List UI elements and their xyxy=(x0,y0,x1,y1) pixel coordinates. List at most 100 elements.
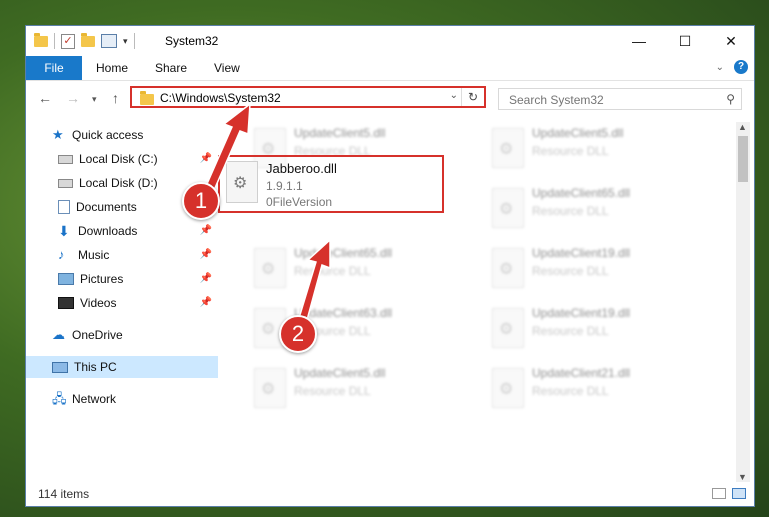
tab-view[interactable]: View xyxy=(214,56,240,80)
search-box[interactable]: ⚲ xyxy=(498,88,742,110)
back-arrow-icon[interactable]: ← xyxy=(38,90,52,106)
list-item[interactable]: UpdateClient65.dll Resource DLL xyxy=(484,184,704,232)
pin-icon[interactable]: 📌 xyxy=(200,297,212,308)
explorer-window: ✓ ▾ System32 — ☐ ✕ File Home Share View … xyxy=(26,26,754,506)
sidebar-item-music[interactable]: ♪ Music 📌 xyxy=(26,244,218,266)
item-count: 114 items xyxy=(38,487,90,501)
tab-file[interactable]: File xyxy=(26,56,82,80)
list-item[interactable]: UpdateClient19.dll Resource DLL xyxy=(484,304,704,352)
sidebar-item-local-disk-c[interactable]: Local Disk (C:) 📌 xyxy=(26,148,218,170)
sidebar-item-label: Quick access xyxy=(72,128,144,142)
pin-icon[interactable]: 📌 xyxy=(200,225,212,236)
file-description: Resource DLL xyxy=(532,204,609,218)
videos-icon xyxy=(58,297,74,309)
dll-file-icon xyxy=(492,368,524,408)
sidebar-item-label: Local Disk (C:) xyxy=(79,152,158,166)
list-item[interactable]: UpdateClient19.dll Resource DLL xyxy=(484,244,704,292)
refresh-icon[interactable]: ↻ xyxy=(461,88,484,106)
maximize-button[interactable]: ☐ xyxy=(662,26,708,56)
customize-toolbar-chevron-icon[interactable]: ▾ xyxy=(123,36,128,47)
tab-home[interactable]: Home xyxy=(96,56,128,80)
dll-file-icon xyxy=(226,161,258,203)
music-icon: ♪ xyxy=(58,247,65,262)
toolbar-separator xyxy=(133,33,135,49)
properties-check-icon[interactable]: ✓ xyxy=(61,33,75,49)
tab-share[interactable]: Share xyxy=(155,56,187,80)
folder-icon xyxy=(34,32,48,47)
quick-access-toolbar: ✓ ▾ xyxy=(34,32,135,49)
sidebar-item-label: Network xyxy=(72,392,117,406)
file-name: UpdateClient19.dll xyxy=(532,306,631,320)
view-toggle xyxy=(712,488,746,499)
large-icons-view-icon[interactable] xyxy=(732,488,746,499)
drive-icon xyxy=(58,154,73,164)
download-icon: ⬇ xyxy=(58,223,70,239)
file-description: 0FileVersion xyxy=(266,195,333,209)
new-folder-icon[interactable] xyxy=(81,32,95,47)
file-description: Resource DLL xyxy=(532,324,609,338)
recent-locations-chevron-icon[interactable]: ▾ xyxy=(92,94,97,105)
sidebar-item-pictures[interactable]: Pictures 📌 xyxy=(26,268,218,290)
search-icon[interactable]: ⚲ xyxy=(726,92,735,106)
file-version: 1.9.1.1 xyxy=(266,179,303,193)
dll-file-icon xyxy=(492,248,524,288)
file-description: Resource DLL xyxy=(532,144,609,158)
file-name: UpdateClient5.dll xyxy=(294,366,386,380)
documents-icon xyxy=(58,200,70,214)
close-button[interactable]: ✕ xyxy=(708,26,754,56)
file-name: Jabberoo.dll xyxy=(266,161,337,176)
sidebar-item-label: Pictures xyxy=(80,272,124,286)
list-item[interactable]: UpdateClient5.dll Resource DLL xyxy=(246,364,466,412)
list-item[interactable]: UpdateClient21.dll Resource DLL xyxy=(484,364,704,412)
dll-file-icon xyxy=(254,368,286,408)
address-folder-icon xyxy=(140,91,154,105)
ribbon-right: ⌄ ? xyxy=(716,60,748,74)
sidebar-item-this-pc[interactable]: This PC xyxy=(26,356,218,378)
forward-arrow-icon[interactable]: → xyxy=(66,90,80,106)
details-view-icon[interactable] xyxy=(712,488,726,499)
file-name: UpdateClient5.dll xyxy=(294,126,386,140)
pictures-icon xyxy=(58,273,74,285)
address-path[interactable]: C:\Windows\System32 xyxy=(160,91,281,105)
window-controls: — ☐ ✕ xyxy=(616,26,754,56)
cloud-icon: ☁ xyxy=(52,327,65,342)
sidebar-item-quick-access[interactable]: ★ Quick access xyxy=(26,124,218,146)
scrollbar-thumb[interactable] xyxy=(738,136,748,182)
pin-icon[interactable]: 📌 xyxy=(200,153,212,164)
ribbon-tabs: File Home Share View ⌄ ? xyxy=(26,56,754,81)
vertical-scrollbar[interactable]: ▲ ▼ xyxy=(736,122,750,482)
dll-file-icon xyxy=(492,128,524,168)
scroll-up-icon[interactable]: ▲ xyxy=(738,122,747,132)
status-bar: 114 items xyxy=(26,482,754,506)
dll-file-icon xyxy=(492,188,524,228)
dll-file-icon xyxy=(254,248,286,288)
address-bar[interactable]: C:\Windows\System32 ⌄ ↻ xyxy=(130,86,486,108)
sidebar-item-downloads[interactable]: ⬇ Downloads 📌 xyxy=(26,220,218,242)
sidebar-item-label: OneDrive xyxy=(72,328,123,342)
list-item[interactable]: UpdateClient5.dll Resource DLL xyxy=(484,124,704,172)
sidebar-item-onedrive[interactable]: ☁ OneDrive xyxy=(26,324,218,346)
file-description: Resource DLL xyxy=(532,264,609,278)
expand-ribbon-chevron-icon[interactable]: ⌄ xyxy=(716,62,724,73)
sidebar-item-label: This PC xyxy=(74,360,117,374)
scroll-down-icon[interactable]: ▼ xyxy=(738,472,747,482)
address-dropdown-chevron-icon[interactable]: ⌄ xyxy=(450,90,458,101)
sidebar-item-videos[interactable]: Videos 📌 xyxy=(26,292,218,314)
sidebar-item-label: Videos xyxy=(80,296,117,310)
sidebar-item-label: Music xyxy=(78,248,110,262)
up-arrow-icon[interactable]: ↑ xyxy=(112,90,119,106)
pin-icon[interactable]: 📌 xyxy=(200,273,212,284)
pin-icon[interactable]: 📌 xyxy=(200,249,212,260)
list-item[interactable]: UpdateClient65.dll Resource DLL xyxy=(246,244,466,292)
file-description: Resource DLL xyxy=(532,384,609,398)
file-name: UpdateClient5.dll xyxy=(532,126,624,140)
drive-icon xyxy=(58,178,73,188)
search-input[interactable] xyxy=(507,92,711,108)
file-description: Resource DLL xyxy=(294,264,371,278)
view-options-icon[interactable] xyxy=(101,34,117,48)
sidebar-item-network[interactable]: 🖧 Network xyxy=(26,388,218,410)
highlighted-file-jabberoo[interactable]: Jabberoo.dll 1.9.1.1 0FileVersion xyxy=(218,155,444,213)
help-icon[interactable]: ? xyxy=(734,60,748,74)
file-name: UpdateClient65.dll xyxy=(294,246,393,260)
minimize-button[interactable]: — xyxy=(616,26,662,56)
